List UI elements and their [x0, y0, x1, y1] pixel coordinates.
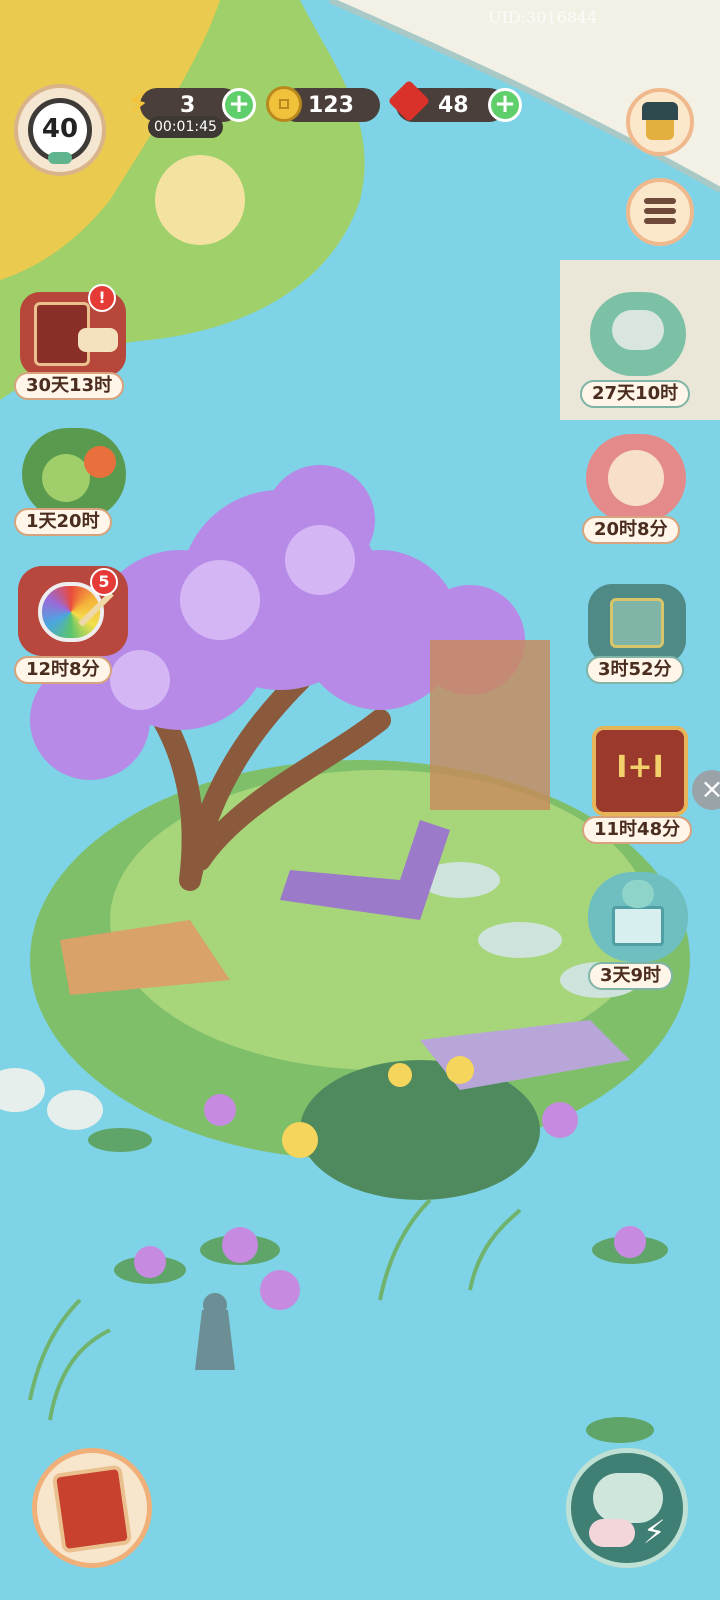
level-number: 40: [41, 114, 79, 144]
lightning-icon: ⚡: [643, 1513, 666, 1551]
cat-face-icon: [608, 450, 664, 506]
event-timer: 20时8分: [582, 516, 680, 544]
coin-icon: [266, 86, 302, 122]
coin-value: 123: [308, 92, 354, 118]
teapot-button[interactable]: ⚡: [566, 1448, 688, 1568]
cat-icon: [612, 310, 664, 350]
event-cat-portrait-button[interactable]: [586, 434, 686, 522]
pavilion-icon: [642, 102, 678, 120]
level-leaf-icon: [48, 152, 72, 164]
uid-label: UID:3016844: [488, 8, 598, 27]
gem-value: 48: [438, 92, 469, 118]
box-icon: [610, 598, 664, 648]
persimmon-icon: [84, 446, 116, 478]
list-icon: [644, 198, 676, 224]
event-timer: 3天9时: [588, 962, 674, 990]
event-sleeping-cat-button[interactable]: [590, 292, 686, 376]
energy-value: 3: [180, 92, 196, 118]
shop-pavilion-button[interactable]: [626, 88, 694, 156]
lightning-icon: ⚡: [126, 84, 150, 124]
event-timer: 3时52分: [586, 656, 684, 684]
cabbage-icon: [42, 454, 90, 502]
alert-badge: !: [88, 284, 116, 312]
player-level-badge[interactable]: 40: [14, 84, 106, 176]
cat-icon: [622, 880, 654, 908]
rabbit-icon: [589, 1519, 635, 1547]
event-fruit-basket-button[interactable]: [22, 428, 126, 520]
scroll-icon: [78, 328, 118, 352]
event-timer: 27天10时: [580, 380, 691, 408]
event-timer: 11时48分: [582, 816, 693, 844]
event-bonus-1plus1-button[interactable]: I+I: [592, 726, 688, 816]
event-timer: 30天13时: [14, 372, 125, 400]
menu-list-button[interactable]: [626, 178, 694, 246]
book-icon: [51, 1464, 133, 1554]
energy-timer: 00:01:45: [148, 116, 223, 138]
event-timer: 12时8分: [14, 656, 112, 684]
count-badge: 5: [90, 568, 118, 596]
event-cat-gift-button[interactable]: [588, 872, 688, 962]
journal-book-button[interactable]: [32, 1448, 152, 1568]
add-energy-button[interactable]: +: [222, 88, 256, 122]
bonus-1plus1-icon: I+I: [616, 750, 664, 785]
add-gems-button[interactable]: +: [488, 88, 522, 122]
gift-box-icon: [612, 906, 664, 946]
event-treasure-box-button[interactable]: [588, 584, 686, 664]
event-timer: 1天20时: [14, 508, 112, 536]
